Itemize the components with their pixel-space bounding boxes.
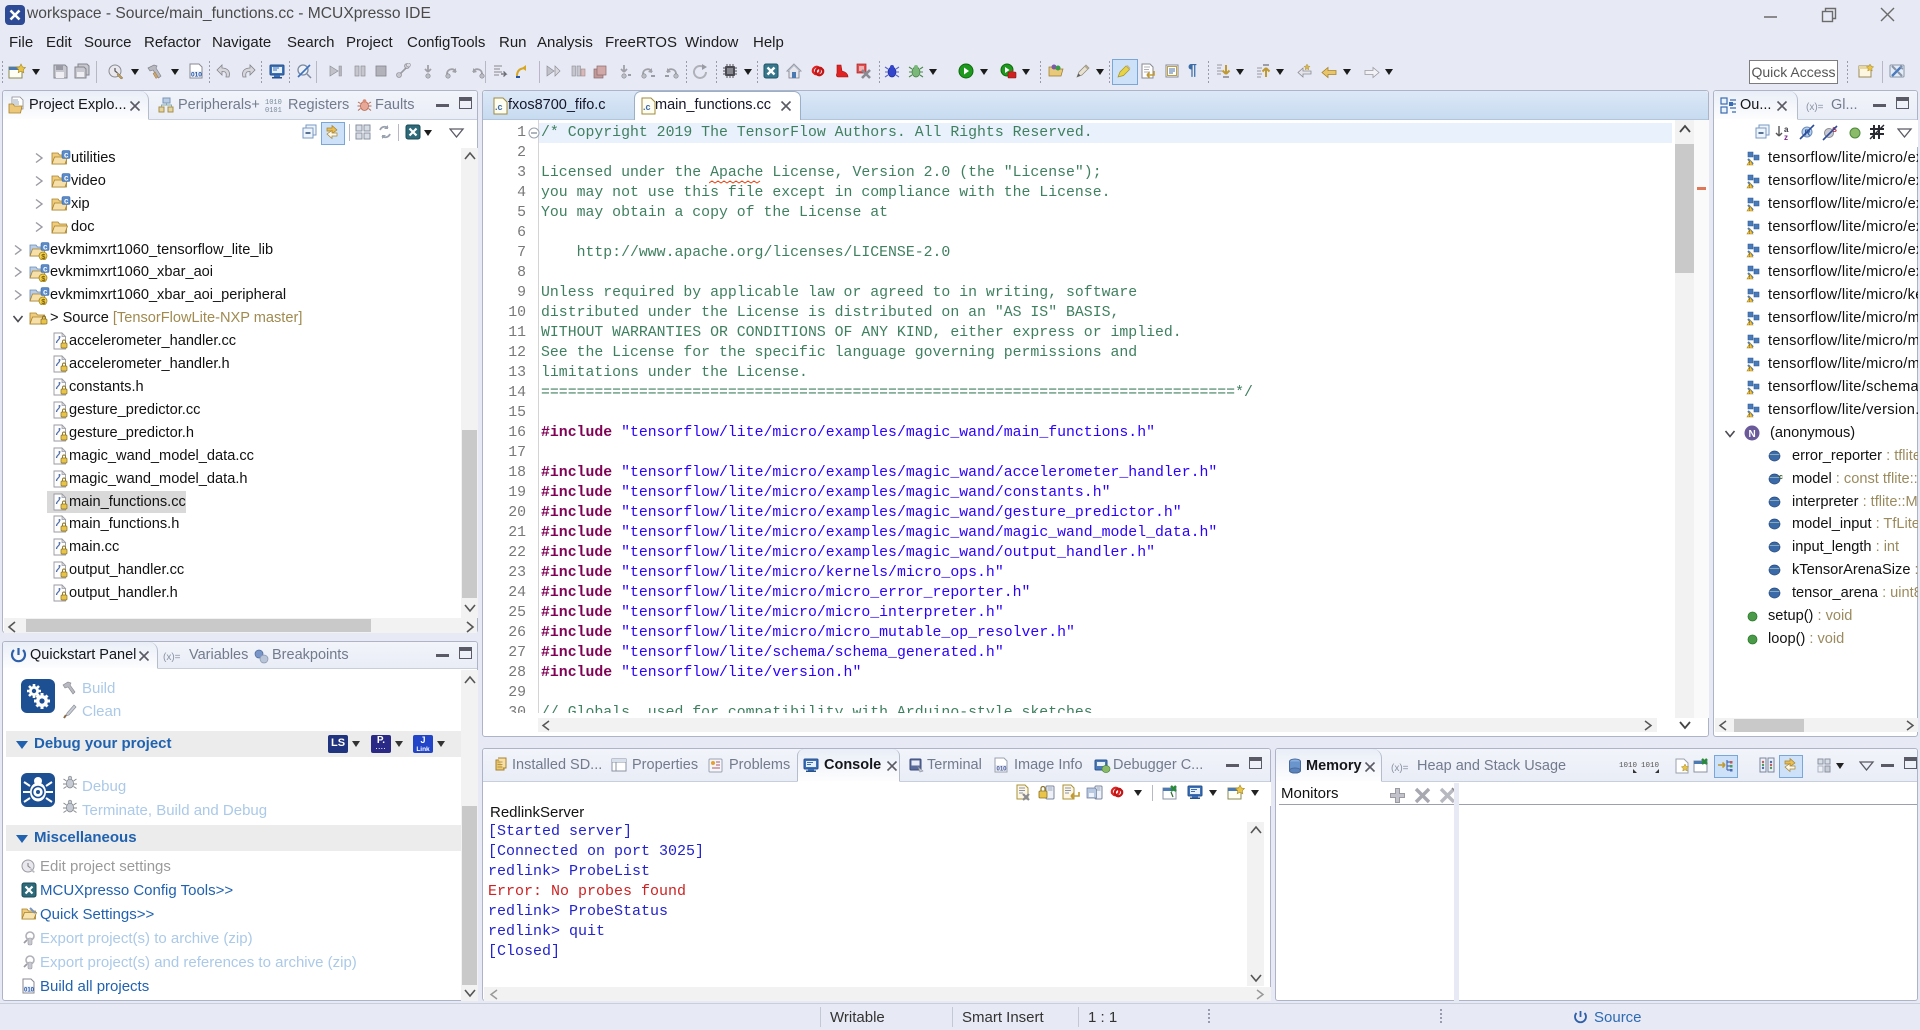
svg-text:c: c (43, 288, 48, 297)
svg-text:c: c (43, 265, 48, 274)
svg-text:c: c (64, 197, 69, 206)
svg-text:1010: 1010 (1641, 762, 1660, 770)
svg-text:010: 010 (191, 72, 202, 79)
svg-text:010: 010 (24, 988, 35, 994)
svg-text:010: 010 (997, 767, 1008, 773)
svg-text:c: c (64, 174, 69, 183)
svg-text:1010: 1010 (1619, 762, 1638, 770)
svg-text:(x)=: (x)= (163, 652, 181, 663)
svg-text:z: z (1784, 133, 1788, 142)
svg-text:N: N (1749, 429, 1756, 440)
svg-text:.c: .c (495, 102, 503, 112)
svg-text:(x)=: (x)= (1806, 102, 1824, 113)
svg-text:c: c (1779, 474, 1783, 481)
svg-text:c: c (64, 151, 69, 160)
svg-text:.c: .c (643, 102, 651, 112)
svg-text:c: c (43, 243, 48, 252)
svg-text:(x)=: (x)= (1391, 763, 1409, 774)
